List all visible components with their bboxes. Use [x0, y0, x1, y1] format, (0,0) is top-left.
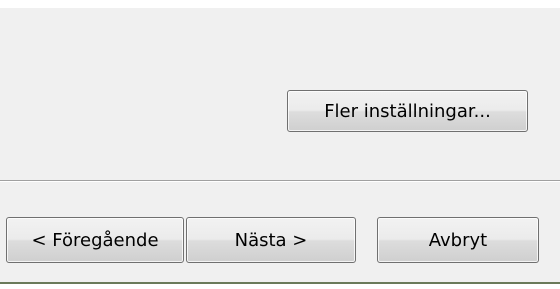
more-settings-button[interactable]: Fler inställningar...: [287, 90, 528, 132]
previous-button-label: < Föregående: [31, 229, 159, 251]
next-button-label: Nästa >: [234, 229, 308, 251]
wizard-dialog: Fler inställningar... < Föregående Nästa…: [0, 0, 560, 282]
previous-button[interactable]: < Föregående: [6, 217, 184, 263]
next-button[interactable]: Nästa >: [186, 217, 356, 263]
button-bar-separator-highlight: [0, 181, 560, 182]
cancel-button[interactable]: Avbryt: [377, 217, 539, 263]
window-bottom-edge: [0, 282, 560, 284]
dialog-top-margin: [0, 0, 560, 8]
cancel-button-label: Avbryt: [428, 229, 488, 251]
more-settings-label: Fler inställningar...: [324, 100, 491, 122]
